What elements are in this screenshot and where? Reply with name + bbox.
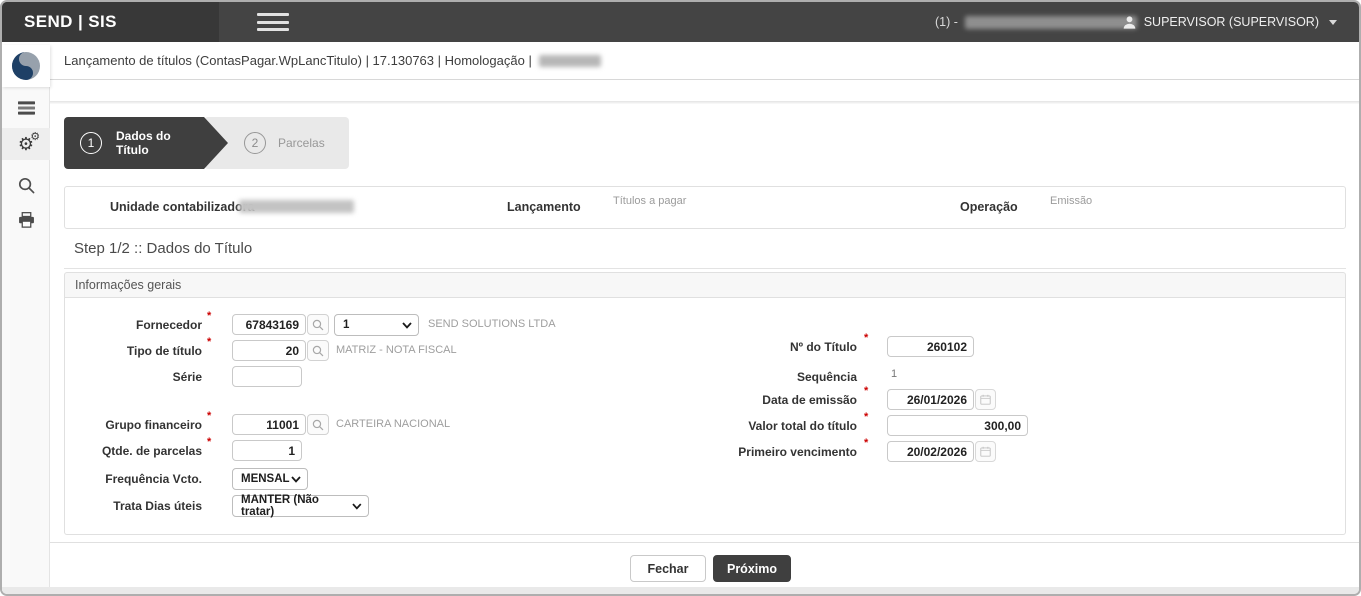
required-marker: * bbox=[207, 336, 211, 348]
tipo-titulo-label: Tipo de título bbox=[42, 344, 202, 358]
qtde-parcelas-input[interactable] bbox=[232, 440, 302, 461]
sidebar-item-search[interactable] bbox=[2, 171, 50, 199]
session-info: (1) - bbox=[935, 15, 1137, 29]
logo-icon bbox=[10, 50, 42, 82]
grupo-financeiro-input[interactable] bbox=[232, 414, 306, 435]
fornecedor-store-value: 1 bbox=[343, 319, 349, 331]
close-button[interactable]: Fechar bbox=[630, 555, 706, 582]
tab-step-dados-do-titulo[interactable]: 1 Dados do Título bbox=[64, 117, 204, 169]
footer-bar: Fechar Próximo bbox=[50, 542, 1359, 587]
tipo-titulo-helper-text: MATRIZ - NOTA FISCAL bbox=[336, 344, 457, 356]
serie-label: Série bbox=[42, 370, 202, 384]
numero-titulo-label: Nº do Título bbox=[642, 340, 857, 354]
fornecedor-store-select[interactable]: 1 bbox=[334, 314, 419, 336]
frequencia-vcto-select[interactable]: MENSAL bbox=[232, 468, 308, 490]
app-window: SEND | SIS (1) - SUPERVISOR (SUPERVISOR)… bbox=[0, 0, 1361, 596]
brand-block: SEND | SIS bbox=[2, 2, 219, 42]
required-marker: * bbox=[864, 332, 868, 344]
breadcrumb: Lançamento de títulos (ContasPagar.WpLan… bbox=[2, 42, 1359, 80]
app-brand: SEND | SIS bbox=[24, 12, 117, 32]
unidade-contabilizadora-label: Unidade contabilizadora bbox=[110, 200, 254, 214]
hamburger-menu-icon[interactable] bbox=[257, 11, 289, 33]
grupo-financeiro-label: Grupo financeiro bbox=[42, 418, 202, 432]
tipo-titulo-lookup-button[interactable] bbox=[307, 340, 329, 361]
step-number: 1 bbox=[80, 132, 102, 154]
calendar-icon bbox=[980, 394, 991, 405]
primeiro-vencimento-calendar-button[interactable] bbox=[975, 441, 996, 462]
chevron-down-icon bbox=[1329, 20, 1337, 25]
step-label: Dados do Título bbox=[116, 129, 204, 157]
cogs-icon: ⚙⚙ bbox=[18, 135, 34, 154]
group-header: Informações gerais bbox=[64, 272, 1346, 298]
required-marker: * bbox=[207, 310, 211, 322]
numero-titulo-input[interactable] bbox=[887, 336, 974, 357]
group-header-label: Informações gerais bbox=[75, 278, 181, 292]
required-marker: * bbox=[864, 411, 868, 423]
step-title-bar: Step 1/2 :: Dados do Título bbox=[64, 229, 1346, 269]
calendar-icon bbox=[980, 446, 991, 457]
chevron-down-icon bbox=[402, 322, 412, 329]
menu-list-icon bbox=[18, 101, 35, 115]
next-button[interactable]: Próximo bbox=[713, 555, 791, 582]
serie-input[interactable] bbox=[232, 366, 302, 387]
primeiro-vencimento-input[interactable] bbox=[887, 441, 974, 462]
frequencia-vcto-value: MENSAL bbox=[241, 473, 290, 485]
grupo-financeiro-lookup-button[interactable] bbox=[307, 414, 329, 435]
tipo-titulo-input[interactable] bbox=[232, 340, 306, 361]
chevron-down-icon bbox=[352, 503, 362, 510]
breadcrumb-text: Lançamento de títulos (ContasPagar.WpLan… bbox=[64, 53, 532, 68]
required-marker: * bbox=[207, 410, 211, 422]
step-number: 2 bbox=[244, 132, 266, 154]
valor-total-label: Valor total do título bbox=[642, 419, 857, 433]
user-menu[interactable]: SUPERVISOR (SUPERVISOR) bbox=[1122, 2, 1337, 42]
primeiro-vencimento-label: Primeiro vencimento bbox=[642, 445, 857, 459]
wizard-steps: 2 Parcelas 1 Dados do Título bbox=[64, 117, 349, 169]
magnifier-icon bbox=[312, 345, 324, 357]
fornecedor-label: Fornecedor bbox=[42, 318, 202, 332]
required-marker: * bbox=[864, 385, 868, 397]
fornecedor-helper-text: SEND SOLUTIONS LTDA bbox=[428, 318, 556, 330]
trata-dias-uteis-value: MANTER (Não tratar) bbox=[241, 494, 352, 518]
sequencia-value: 1 bbox=[891, 368, 897, 380]
data-emissao-input[interactable] bbox=[887, 389, 974, 410]
chevron-down-icon bbox=[291, 476, 301, 483]
redacted-session-text bbox=[965, 16, 1137, 29]
magnifier-icon bbox=[312, 319, 324, 331]
data-emissao-label: Data de emissão bbox=[642, 393, 857, 407]
redacted-unidade-value bbox=[239, 200, 354, 213]
sidebar-item-print[interactable] bbox=[2, 206, 50, 234]
redacted-breadcrumb-text bbox=[539, 55, 601, 67]
magnifier-icon bbox=[312, 419, 324, 431]
sequencia-label: Sequência bbox=[642, 370, 857, 384]
operacao-label: Operação bbox=[960, 200, 1018, 214]
search-icon bbox=[18, 177, 35, 194]
operacao-value: Emissão bbox=[1050, 195, 1092, 207]
page-section-title: Step 1/2 :: Dados do Título bbox=[74, 240, 252, 257]
app-header: SEND | SIS (1) - SUPERVISOR (SUPERVISOR) bbox=[2, 2, 1359, 42]
session-count: (1) - bbox=[935, 15, 958, 29]
frequencia-vcto-label: Frequência Vcto. bbox=[42, 472, 202, 486]
required-marker: * bbox=[207, 436, 211, 448]
fornecedor-input[interactable] bbox=[232, 314, 306, 335]
fornecedor-lookup-button[interactable] bbox=[307, 314, 329, 335]
panel-separator bbox=[50, 101, 1359, 104]
sidebar-logo bbox=[2, 45, 50, 87]
user-icon bbox=[1122, 15, 1137, 30]
valor-total-input[interactable] bbox=[887, 415, 1028, 436]
qtde-parcelas-label: Qtde. de parcelas bbox=[42, 444, 202, 458]
trata-dias-uteis-label: Trata Dias úteis bbox=[42, 499, 202, 513]
data-emissao-calendar-button[interactable] bbox=[975, 389, 996, 410]
sidebar-item-list[interactable] bbox=[2, 94, 50, 122]
step-label: Parcelas bbox=[278, 136, 325, 150]
sidebar-item-settings[interactable]: ⚙⚙ bbox=[2, 128, 50, 160]
lancamento-label: Lançamento bbox=[507, 200, 581, 214]
required-marker: * bbox=[864, 437, 868, 449]
trata-dias-uteis-select[interactable]: MANTER (Não tratar) bbox=[232, 495, 369, 517]
printer-icon bbox=[18, 212, 35, 228]
user-menu-label: SUPERVISOR (SUPERVISOR) bbox=[1144, 15, 1319, 29]
grupo-financeiro-helper-text: CARTEIRA NACIONAL bbox=[336, 418, 450, 430]
bottom-strip bbox=[2, 587, 1359, 594]
lancamento-value: Títulos a pagar bbox=[613, 195, 686, 207]
